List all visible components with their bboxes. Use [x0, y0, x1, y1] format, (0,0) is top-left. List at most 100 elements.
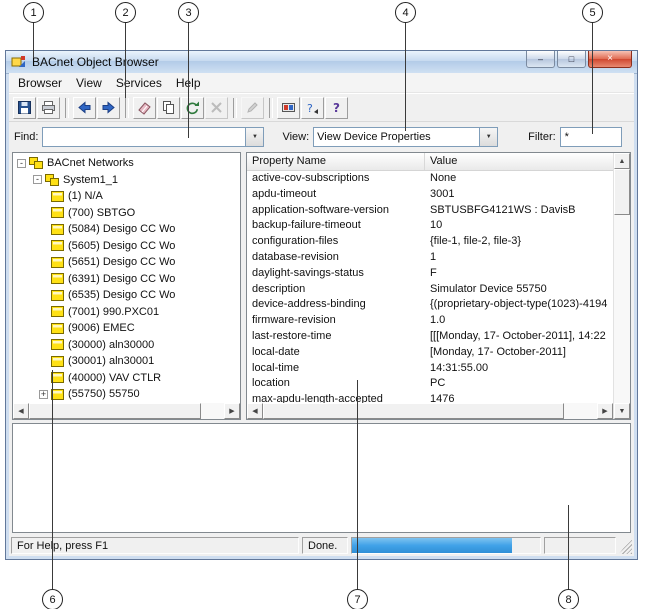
tree-item[interactable]: (6535) Desigo CC Wo [13, 287, 240, 304]
scrollbar-thumb[interactable] [263, 403, 564, 419]
property-row[interactable]: configuration-files{file-1, file-2, file… [247, 234, 613, 250]
scroll-left-icon[interactable]: ◀ [247, 403, 263, 419]
scrollbar-track[interactable] [263, 403, 597, 419]
tree-item-label: (5084) Desigo CC Wo [68, 223, 175, 235]
expand-expander-icon[interactable]: + [39, 390, 48, 399]
svg-text:?: ? [307, 102, 313, 115]
property-horizontal-scrollbar[interactable]: ◀ ▶ [247, 403, 613, 419]
callout-5: 5 [582, 2, 603, 23]
save-button[interactable] [13, 97, 36, 119]
tree-item[interactable]: (5084) Desigo CC Wo [13, 221, 240, 238]
tree-item[interactable]: (1) N/A [13, 188, 240, 205]
toolbar-separator [65, 98, 69, 118]
filter-input[interactable]: * [560, 127, 622, 147]
resize-grip[interactable] [619, 537, 632, 554]
collapse-expander-icon[interactable]: - [17, 159, 26, 168]
save-icon [17, 100, 32, 115]
tree-item[interactable]: (5605) Desigo CC Wo [13, 238, 240, 255]
scroll-up-icon[interactable]: ▲ [614, 153, 630, 169]
collapse-expander-icon[interactable]: - [33, 175, 42, 184]
minimize-button[interactable]: – [526, 51, 555, 68]
scrollbar-thumb[interactable] [29, 403, 201, 419]
tree-item[interactable]: (5651) Desigo CC Wo [13, 254, 240, 271]
property-value: [[[Monday, 17- October-2011], 14:22 [425, 329, 613, 345]
property-row[interactable]: daylight-savings-statusF [247, 266, 613, 282]
property-vertical-scrollbar[interactable]: ▲ ▼ [613, 153, 630, 419]
scrollbar-track[interactable] [29, 403, 224, 419]
property-name: firmware-revision [247, 313, 425, 329]
property-row[interactable]: backup-failure-timeout10 [247, 218, 613, 234]
property-value: 3001 [425, 187, 613, 203]
property-row[interactable]: device-address-binding{(proprietary-obje… [247, 297, 613, 313]
tree-item[interactable]: + (55750) 55750 [13, 386, 240, 403]
device-icon [51, 240, 64, 251]
device-icon [51, 257, 64, 268]
property-row[interactable]: active-cov-subscriptionsNone [247, 171, 613, 187]
maximize-button[interactable]: □ [557, 51, 586, 68]
tree-item[interactable]: - System1_1 [13, 172, 240, 189]
property-value: None [425, 171, 613, 187]
tree-item[interactable]: (6391) Desigo CC Wo [13, 271, 240, 288]
menu-services[interactable]: Services [109, 74, 169, 92]
print-icon [41, 100, 56, 115]
tree-item[interactable]: (9006) EMEC [13, 320, 240, 337]
menu-view[interactable]: View [69, 74, 109, 92]
find-combobox[interactable]: ▼ [42, 127, 264, 147]
callout-2: 2 [115, 2, 136, 23]
callout-line-6 [52, 370, 53, 589]
status-spacer-panel [544, 537, 616, 554]
app-icon[interactable] [11, 54, 27, 70]
find-label: Find: [14, 131, 38, 143]
scroll-right-icon[interactable]: ▶ [597, 403, 613, 419]
property-row[interactable]: local-time14:31:55.00 [247, 361, 613, 377]
property-value: {file-1, file-2, file-3} [425, 234, 613, 250]
tree-item[interactable]: (30001) aln30001 [13, 353, 240, 370]
close-button[interactable]: × [588, 51, 632, 68]
tree-horizontal-scrollbar[interactable]: ◀ ▶ [13, 403, 240, 419]
scrollbar-thumb[interactable] [614, 169, 630, 215]
edit-button[interactable] [241, 97, 264, 119]
tree-item[interactable]: (40000) VAV CTLR [13, 370, 240, 387]
property-row[interactable]: database-revision1 [247, 250, 613, 266]
property-row[interactable]: local-date[Monday, 17- October-2011] [247, 345, 613, 361]
back-button[interactable] [73, 97, 96, 119]
property-row[interactable]: firmware-revision1.0 [247, 313, 613, 329]
view-dropdown-arrow-icon[interactable]: ▼ [479, 128, 497, 146]
property-row[interactable]: locationPC [247, 376, 613, 392]
clear-button[interactable] [133, 97, 156, 119]
copy-button[interactable] [157, 97, 180, 119]
scroll-down-icon[interactable]: ▼ [614, 403, 630, 419]
property-row[interactable]: apdu-timeout3001 [247, 187, 613, 203]
context-help-button[interactable]: ? [301, 97, 324, 119]
column-header-property-name[interactable]: Property Name [247, 153, 425, 170]
scroll-left-icon[interactable]: ◀ [13, 403, 29, 419]
refresh-button[interactable] [181, 97, 204, 119]
menu-browser[interactable]: Browser [11, 74, 69, 92]
scrollbar-track[interactable] [614, 169, 630, 403]
property-row[interactable]: max-apdu-length-accepted1476 [247, 392, 613, 403]
property-row[interactable]: application-software-versionSBTUSBFG4121… [247, 203, 613, 219]
print-button[interactable] [37, 97, 60, 119]
find-dropdown-arrow-icon[interactable]: ▼ [245, 128, 263, 146]
toolbar-separator [269, 98, 273, 118]
filter-label: Filter: [528, 131, 556, 143]
callout-7: 7 [347, 589, 368, 609]
tree-item[interactable]: - BACnet Networks [13, 155, 240, 172]
column-header-value[interactable]: Value [425, 153, 613, 170]
help-icon: ? [329, 100, 344, 115]
network-icon [29, 157, 43, 169]
tree-item[interactable]: (700) SBTGO [13, 205, 240, 222]
device-button[interactable] [277, 97, 300, 119]
tree-item[interactable]: (7001) 990.PXC01 [13, 304, 240, 321]
tree-item-label: (40000) VAV CTLR [68, 372, 161, 384]
property-row[interactable]: last-restore-time[[[Monday, 17- October-… [247, 329, 613, 345]
scroll-right-icon[interactable]: ▶ [224, 403, 240, 419]
forward-button[interactable] [97, 97, 120, 119]
delete-button[interactable] [205, 97, 228, 119]
callout-6: 6 [42, 589, 63, 609]
tree-item[interactable]: (30000) aln30000 [13, 337, 240, 354]
property-value: 14:31:55.00 [425, 361, 613, 377]
help-button[interactable]: ? [325, 97, 348, 119]
callout-line-5 [592, 21, 593, 134]
property-row[interactable]: descriptionSimulator Device 55750 [247, 282, 613, 298]
